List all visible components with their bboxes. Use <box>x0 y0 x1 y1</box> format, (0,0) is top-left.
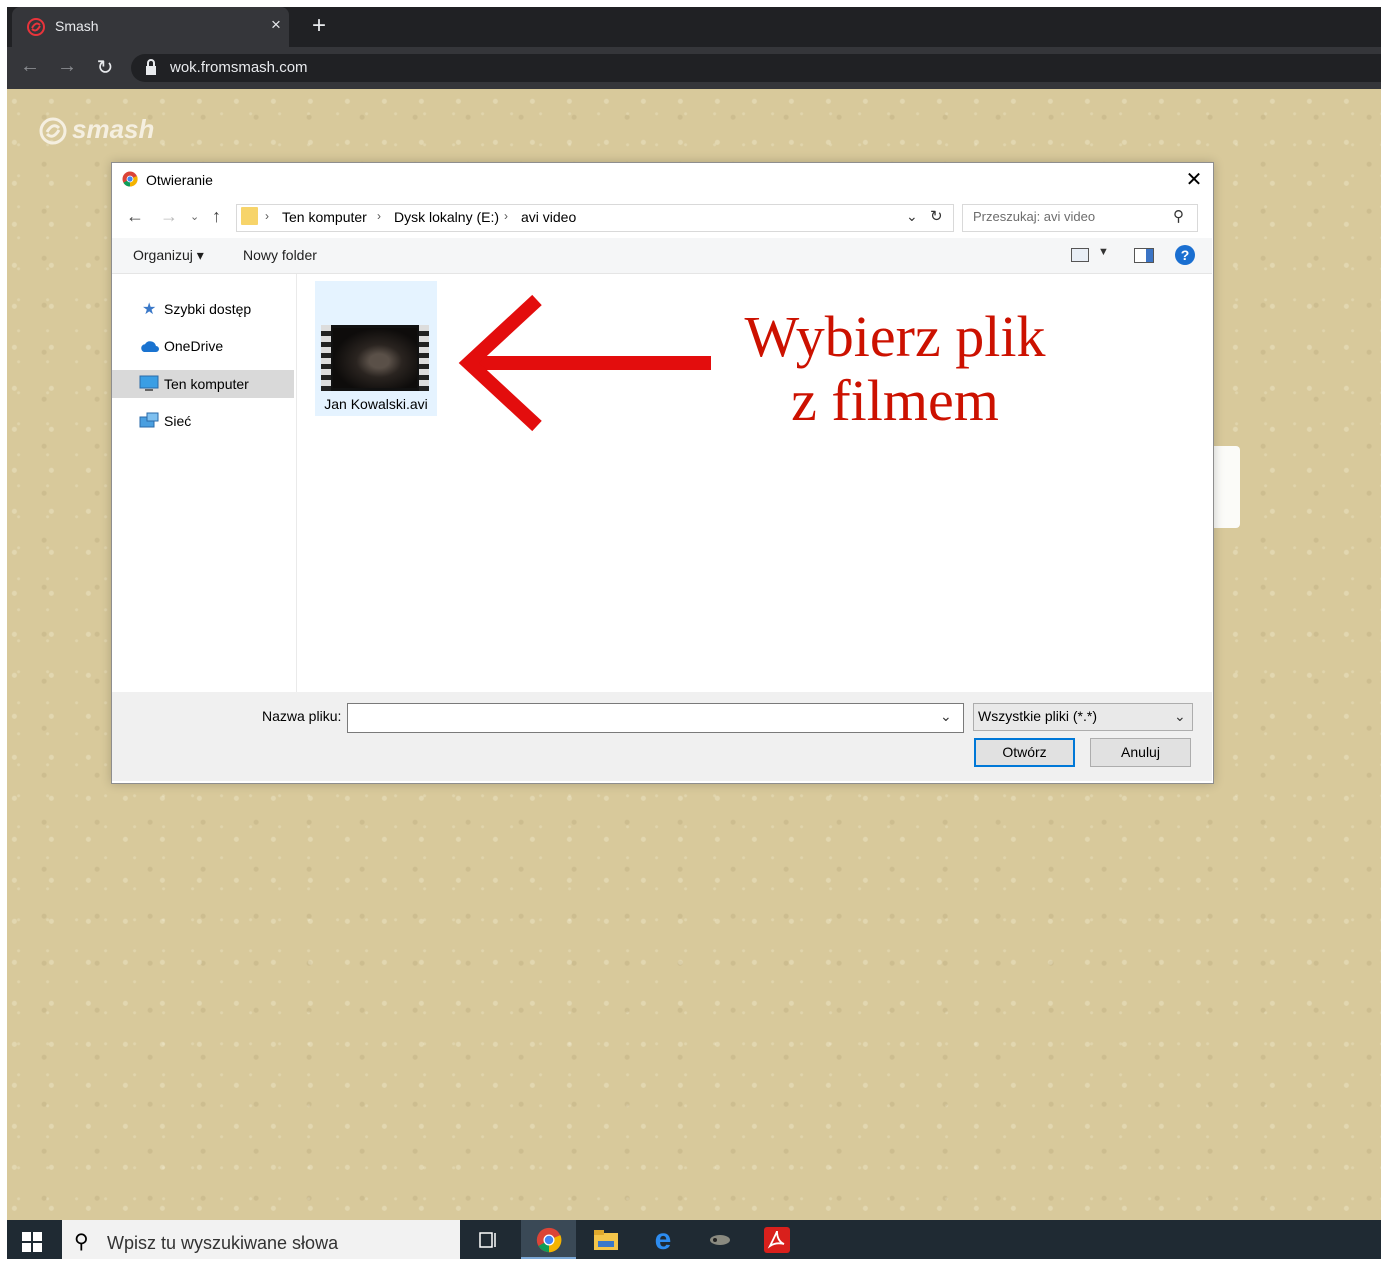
forward-arrow-icon[interactable]: → <box>160 206 178 227</box>
cancel-button[interactable]: Anuluj <box>1090 738 1191 767</box>
file-type-value: Wszystkie pliki (*.*) <box>978 708 1098 724</box>
nav-item-onedrive[interactable]: OneDrive <box>112 332 294 360</box>
edge-icon[interactable]: e <box>639 1220 687 1259</box>
chevron-down-icon[interactable]: ⌄ <box>906 208 918 225</box>
refresh-icon[interactable]: ↻ <box>930 207 943 225</box>
task-view-icon[interactable] <box>465 1220 513 1259</box>
up-arrow-icon[interactable]: ↑ <box>212 206 221 227</box>
chrome-icon[interactable] <box>521 1220 576 1259</box>
network-icon <box>139 412 159 428</box>
cloud-icon <box>141 341 159 352</box>
star-icon: ★ <box>142 301 157 318</box>
new-tab-button[interactable]: + <box>309 12 329 40</box>
chevron-down-icon[interactable]: ⌄ <box>940 708 952 725</box>
acrobat-icon[interactable] <box>753 1220 801 1259</box>
computer-icon <box>139 375 159 391</box>
change-view-icon[interactable] <box>1071 248 1089 262</box>
close-tab-icon[interactable]: × <box>266 15 286 35</box>
search-icon: ⚲ <box>74 1231 89 1253</box>
nav-item-label: Sieć <box>164 413 192 429</box>
reload-icon[interactable]: ↻ <box>93 55 117 80</box>
annotation-text: Wybierz plik z filmem <box>735 305 1055 433</box>
forward-arrow-icon[interactable]: → <box>55 55 79 78</box>
file-name[interactable]: Jan Kowalski.avi <box>315 396 437 412</box>
help-icon[interactable]: ? <box>1175 245 1195 265</box>
filename-label: Nazwa pliku: <box>262 708 342 724</box>
nav-item-label: OneDrive <box>164 338 224 354</box>
chevron-down-icon[interactable]: ▼ <box>1098 246 1109 258</box>
open-button[interactable]: Otwórz <box>974 738 1075 767</box>
nav-item-this-pc[interactable]: Ten komputer <box>112 370 294 398</box>
dialog-title: Otwieranie <box>146 172 213 188</box>
address-bar[interactable] <box>131 54 1381 82</box>
smash-logo-icon <box>39 117 67 145</box>
breadcrumb-ten-komputer[interactable]: Ten komputer <box>282 209 367 225</box>
file-explorer-icon[interactable] <box>582 1220 630 1259</box>
browser-tab[interactable] <box>12 7 289 47</box>
red-arrow-annotation <box>458 294 711 432</box>
lock-icon <box>146 59 156 75</box>
close-icon[interactable]: ✕ <box>1184 167 1204 192</box>
nav-item-label: Ten komputer <box>164 376 249 392</box>
nav-item-label: Szybki dostęp <box>164 301 252 317</box>
taskbar-search-placeholder: Wpisz tu wyszukiwane słowa <box>107 1233 339 1253</box>
smash-logo-text: smash <box>72 114 155 144</box>
chrome-icon <box>122 171 138 187</box>
organize-menu[interactable]: Organizuj ▾ <box>133 247 204 264</box>
tab-title: Smash <box>55 18 99 34</box>
smash-favicon-icon <box>27 18 45 36</box>
nav-item-quick-access[interactable]: ★ Szybki dostęp <box>112 295 294 323</box>
search-placeholder: Przeszukaj: avi video <box>973 209 1096 224</box>
preview-pane-icon[interactable] <box>1134 248 1154 263</box>
side-panel-edge <box>1212 446 1240 528</box>
filename-input[interactable] <box>347 703 964 733</box>
back-arrow-icon[interactable]: ← <box>126 206 144 227</box>
breadcrumb-avi-video[interactable]: avi video <box>521 209 576 225</box>
chevron-down-icon[interactable]: ⌄ <box>1174 708 1186 725</box>
video-file-icon[interactable] <box>321 325 429 391</box>
chevron-right-icon: › <box>265 209 269 223</box>
chevron-right-icon: › <box>377 209 381 223</box>
search-icon[interactable]: ⚲ <box>1173 207 1184 225</box>
breadcrumb-dysk-lokalny[interactable]: Dysk lokalny (E:) <box>394 209 499 225</box>
chevron-right-icon: › <box>504 209 508 223</box>
new-folder-button[interactable]: Nowy folder <box>243 247 317 263</box>
recent-locations-chevron-icon[interactable]: ⌄ <box>190 210 199 223</box>
video-app-icon[interactable] <box>696 1220 744 1259</box>
url-text[interactable]: wok.fromsmash.com <box>170 59 308 76</box>
windows-start-icon[interactable] <box>22 1232 42 1252</box>
annotation-line-2: z filmem <box>791 368 999 433</box>
annotation-line-1: Wybierz plik <box>744 304 1046 369</box>
back-arrow-icon[interactable]: ← <box>18 55 42 78</box>
folder-icon <box>241 207 258 225</box>
nav-item-network[interactable]: Sieć <box>112 407 294 435</box>
smash-logo[interactable]: smash <box>38 114 154 146</box>
